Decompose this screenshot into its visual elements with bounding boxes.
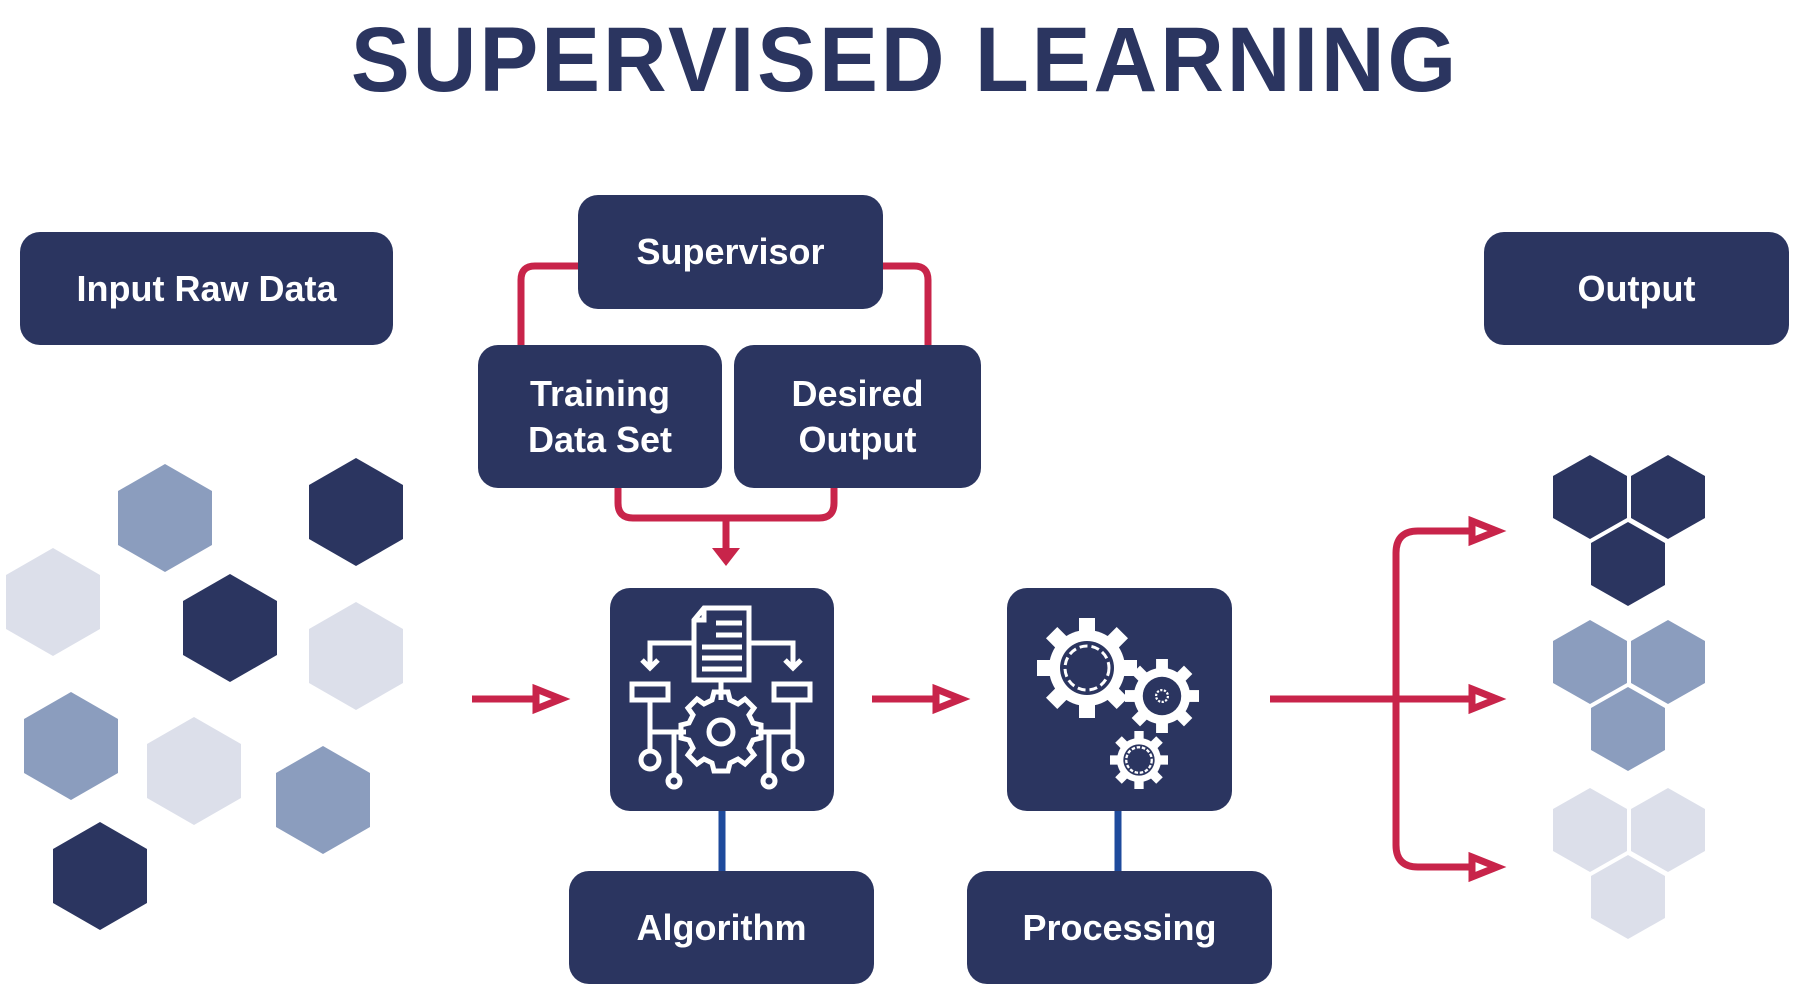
input-data-hexagon xyxy=(276,746,370,854)
input-data-hexagon xyxy=(309,602,403,710)
input-data-hexagon xyxy=(309,458,403,566)
output-hexagon xyxy=(1553,788,1627,872)
output-hexagon xyxy=(1631,620,1705,704)
input-data-hexagon xyxy=(24,692,118,800)
hexagons-layer xyxy=(6,455,1705,939)
input-data-hexagon xyxy=(147,717,241,825)
output-hexagon xyxy=(1553,455,1627,539)
output-hexagon xyxy=(1591,687,1665,771)
input-data-hexagon xyxy=(53,822,147,930)
output-hexagon xyxy=(1591,522,1665,606)
output-hexagon xyxy=(1553,620,1627,704)
output-hexagon xyxy=(1591,855,1665,939)
output-hexagon xyxy=(1631,788,1705,872)
output-hexagon xyxy=(1631,455,1705,539)
input-data-hexagon xyxy=(6,548,100,656)
input-data-hexagon xyxy=(183,574,277,682)
input-data-hexagon xyxy=(118,464,212,572)
